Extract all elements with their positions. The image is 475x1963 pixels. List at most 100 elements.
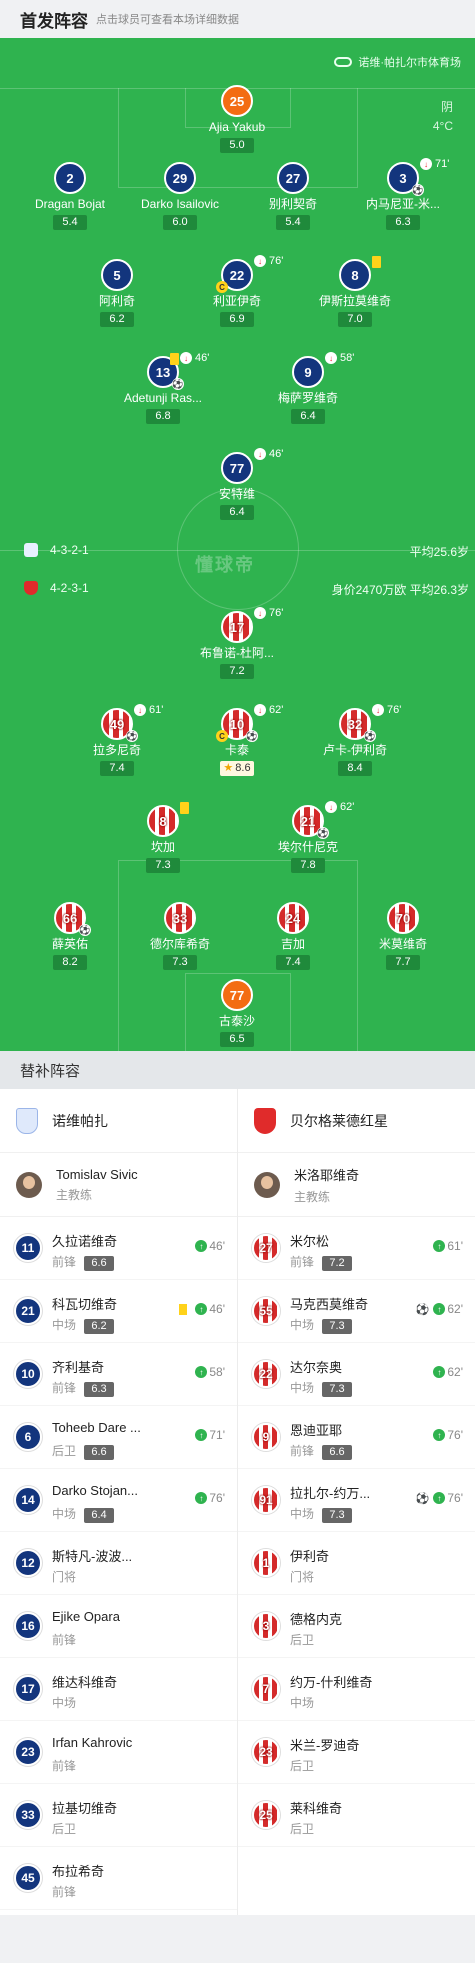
sub-position-row: 后卫 [290,1820,314,1837]
sub-row[interactable]: 45 布拉希奇 前锋 [0,1847,237,1910]
sub-row[interactable]: 91 拉扎尔-约万... 中场 7.3 ⚽ ↑ 76' [238,1469,475,1532]
player-home-29[interactable]: 29 Darko Isailovic 6.0 [115,162,245,230]
sub-row[interactable]: 21 科瓦切维奇 中场 6.2 ↑ 46' [0,1280,237,1343]
subs-title: 替补阵容 [0,1051,475,1089]
home-team-row[interactable]: 诺维帕扎 [0,1089,237,1153]
sub-name: 马克西莫维奇 [290,1297,369,1312]
shirt-number: 9 [252,1423,280,1451]
sub-row[interactable]: 7 约万-什利维奇 中场 [238,1658,475,1721]
sub-row[interactable]: 16 Ejike Opara 前锋 [0,1595,237,1658]
sub-on-arrow-icon: ↑ [433,1303,446,1315]
sub-row[interactable]: 17 维达科维奇 中场 [0,1658,237,1721]
sub-row[interactable]: 23 米兰-罗迪奇 后卫 [238,1721,475,1784]
sub-name: 达尔奈奥 [290,1360,343,1375]
sub-row[interactable]: 14 Darko Stojan... 中场 6.4 ↑ 76' [0,1469,237,1532]
sub-position-row: 中场 7.3 [290,1316,353,1334]
sub-position-row: 前锋 7.2 [290,1253,353,1271]
player-away-8[interactable]: 8 坎加 7.3 [98,802,228,873]
subs-panel: 诺维帕扎 Tomislav Sivic 主教练 11 久拉诺维奇 前锋 6.6 ↑ 46' 2… [0,1089,475,1915]
sub-row[interactable]: 11 久拉诺维奇 前锋 6.6 ↑ 46' [0,1217,237,1280]
rating-value: 7.2 [229,665,245,677]
sub-position-row: 后卫 [290,1631,314,1648]
away-coach[interactable]: 米洛耶维奇 主教练 [238,1153,475,1217]
home-coach[interactable]: Tomislav Sivic 主教练 [0,1153,237,1217]
sub-name: Ejike Opara [52,1609,120,1624]
player-away-21[interactable]: 21 ↓ 62' ⚽ 埃尔什尼克 7.8 [243,801,373,873]
sub-on-indicator: ↑ 62' [433,1365,463,1379]
player-rating: 6.9 [220,312,254,327]
player-away-70[interactable]: 70 米莫维奇 7.7 [338,902,468,970]
sub-position: 中场 [52,1507,77,1521]
player-home-13[interactable]: 13 ↓ 46' ⚽ Adetunji Ras... 6.8 [98,352,228,424]
sub-rating: 6.2 [84,1319,115,1334]
star-icon: ★ [223,762,234,774]
goal-ball-icon: ⚽ [415,1492,430,1505]
player-home-25[interactable]: 25 Ajia Yakub 5.0 [172,85,302,153]
player-away-49[interactable]: 49 ↓ 61' ⚽ 拉多尼奇 7.4 [52,704,182,776]
sub-position: 中场 [52,1318,77,1332]
player-rating: 6.3 [386,215,420,230]
sub-row[interactable]: 22 达尔奈奥 中场 7.3 ↑ 62' [238,1343,475,1406]
player-rating: 7.3 [146,858,180,873]
sub-on-arrow-icon: ↑ [195,1366,208,1378]
sub-position: 门将 [290,1570,315,1584]
sub-position-row: 中场 [290,1694,314,1711]
sub-row[interactable]: 10 齐利基奇 前锋 6.3 ↑ 58' [0,1343,237,1406]
player-away-10[interactable]: 10 ↓ 62' C ⚽ 卡泰 ★ 8.6 [172,704,302,776]
sub-position: 后卫 [52,1822,77,1836]
goal-ball-icon: ⚽ [79,924,91,936]
player-home-22[interactable]: 22 ↓ 76' C 利亚伊奇 6.9 [172,255,302,327]
shirt-number: 17 [221,611,253,643]
sub-rating: 6.6 [84,1256,115,1271]
sub-row[interactable]: 23 Irfan Kahrovic 前锋 [0,1721,237,1784]
away-team-row[interactable]: 贝尔格莱德红星 [238,1089,475,1153]
player-away-17[interactable]: 17 ↓ 76' 布鲁诺-杜阿... 7.2 [172,607,302,679]
sub-row[interactable]: 3 德格内克 后卫 [238,1595,475,1658]
sub-minute: 62' [269,704,284,716]
player-away-33[interactable]: 33 德尔库希奇 7.3 [115,902,245,970]
rating-value: 6.9 [229,313,245,325]
sub-row[interactable]: 12 斯特凡-波波... 门将 [0,1532,237,1595]
player-home-3[interactable]: 3 ↓ 71' ⚽ 内马尼亚-米... 6.3 [338,158,468,230]
player-away-32[interactable]: 32 ↓ 76' ⚽ 卢卡-伊利奇 8.4 [290,704,420,776]
coach-avatar [16,1171,42,1198]
sub-row[interactable]: 9 恩迪亚耶 前锋 6.6 ↑ 76' [238,1406,475,1469]
sub-on-indicator: ↑ 46' [179,1302,225,1316]
sub-name: Irfan Kahrovic [52,1735,133,1750]
shirt-number: 6 [14,1423,42,1451]
player-home-8[interactable]: 8 伊斯拉莫维奇 7.0 [290,256,420,327]
sub-row[interactable]: 27 米尔松 前锋 7.2 ↑ 61' [238,1217,475,1280]
sub-off-indicator: ↓ 76' [372,704,401,716]
player-name: 德尔库希奇 [149,937,210,951]
sub-row[interactable]: 33 拉基切维奇后卫 [0,1784,237,1847]
player-home-5[interactable]: 5 阿利奇 6.2 [52,259,182,327]
watermark: 懂球帝 [195,555,255,575]
shirt-number: 77 [221,452,253,484]
sub-row[interactable]: 55 马克西莫维奇 中场 7.3 ⚽ ↑ 62' [238,1280,475,1343]
sub-name: 拉基切维奇 [52,1801,118,1816]
sub-row[interactable]: 25 莱科维奇 后卫 [238,1784,475,1847]
sub-on-indicator: ⚽ ↑ 62' [416,1302,463,1316]
shirt-number: 11 [14,1234,42,1262]
yellow-card-icon [170,353,179,365]
sub-on-arrow-icon: ↑ [433,1240,446,1252]
player-name: 安特维 [218,487,255,501]
sub-name: 德格内克 [290,1612,343,1627]
player-away-77[interactable]: 77 古泰沙 6.5 [172,979,302,1047]
sub-off-indicator: ↓ 46' [180,352,209,364]
rating-value: 8.4 [347,762,363,774]
sub-position-row: 中场 7.3 [290,1505,353,1523]
sub-row[interactable]: 1 伊利奇 门将 [238,1532,475,1595]
sub-on-indicator: ⚽ ↑ 76' [416,1491,463,1505]
player-home-77[interactable]: 77 ↓ 46' 安特维 6.4 [172,448,302,520]
sub-row[interactable]: 6 Toheeb Dare ... 后卫 6.6 ↑ 71' [0,1406,237,1469]
temperature: 4°C [432,119,453,133]
shirt-number: 10 [14,1360,42,1388]
player-rating: 6.4 [220,505,254,520]
rating-value: 6.0 [172,216,188,228]
player-name: Ajia Yakub [208,120,266,134]
player-home-9[interactable]: 9 ↓ 58' 梅萨罗维奇 6.4 [243,352,373,424]
sub-on-arrow-icon: ↑ [195,1303,208,1315]
sub-on-indicator: ↑ 58' [195,1365,225,1379]
shirt-number: 33 [14,1801,42,1829]
